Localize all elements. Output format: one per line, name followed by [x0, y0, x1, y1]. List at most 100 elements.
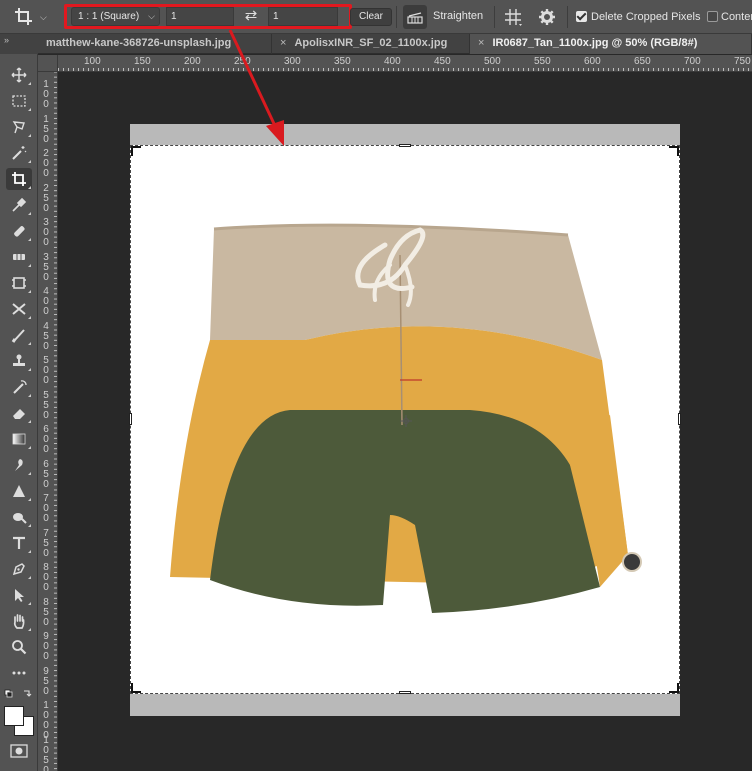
ruler-label: 950: [43, 665, 49, 697]
clone-stamp-tool[interactable]: [6, 350, 32, 372]
eyedropper-icon: [12, 197, 27, 212]
close-icon[interactable]: ×: [280, 37, 286, 49]
clear-button[interactable]: Clear: [350, 8, 392, 26]
pen-tool[interactable]: [6, 558, 32, 580]
crop-icon: [15, 8, 32, 25]
default-colors-swap[interactable]: [4, 688, 34, 700]
ruler-label: 450: [43, 320, 49, 352]
smudge-icon: [15, 459, 23, 471]
ruler-label: 300: [284, 56, 301, 67]
tab-label: ApolisxINR_SF_02_1100x.jpg: [294, 37, 448, 49]
foreground-color-swatch[interactable]: [4, 706, 24, 726]
options-bar: ⌵ 1 : 1 (Square) ⌵ 1 ⇄ 1 Clear Straighte…: [0, 0, 752, 34]
ruler-label: 100: [84, 56, 101, 67]
straighten-icon[interactable]: [403, 5, 427, 29]
transform-tool[interactable]: [6, 298, 32, 320]
more-tools-button[interactable]: [6, 662, 32, 684]
move-tool[interactable]: [6, 64, 32, 86]
brush-icon: [11, 329, 25, 343]
frame-icon: [12, 277, 26, 289]
gradient-icon: [12, 433, 26, 445]
hand-icon: [13, 614, 25, 629]
ruler-label: 750: [43, 527, 49, 559]
eraser-tool[interactable]: [6, 402, 32, 424]
ruler-label: 850: [43, 596, 49, 628]
path-select-icon: [15, 589, 24, 602]
path-selection-tool[interactable]: [6, 584, 32, 606]
crop-handle-right[interactable]: [678, 413, 681, 425]
ruler-label: 550: [534, 56, 551, 67]
hand-tool[interactable]: [6, 610, 32, 632]
ruler-label: 250: [43, 182, 49, 214]
crop-tool-preset-picker[interactable]: ⌵: [14, 6, 54, 28]
healing-icon: [14, 226, 25, 237]
frame-tool[interactable]: [6, 272, 32, 294]
ruler-label: 450: [434, 56, 451, 67]
magic-wand-tool[interactable]: [6, 142, 32, 164]
zoom-tool[interactable]: [6, 636, 32, 658]
swap-colors-icon: [4, 689, 32, 698]
ruler-label: 700: [684, 56, 701, 67]
crop-handle-top[interactable]: [399, 144, 411, 147]
ruler-label: 250: [234, 56, 251, 67]
annotation-highlight-box: [64, 4, 352, 29]
separator: [567, 6, 568, 28]
ruler-origin[interactable]: [38, 55, 58, 72]
brush-tool[interactable]: [6, 324, 32, 346]
ruler-label: 500: [43, 355, 49, 386]
dodge-icon: [13, 513, 27, 524]
crop-tool[interactable]: [6, 168, 32, 190]
type-tool[interactable]: [6, 532, 32, 554]
canvas-extension-top: [130, 124, 680, 145]
gradient-tool[interactable]: [6, 428, 32, 450]
tab-document-1[interactable]: matthew-kane-368726-unsplash.jpg: [38, 34, 272, 54]
crop-handle-left[interactable]: [129, 413, 132, 425]
ruler-label: 1050: [43, 734, 49, 771]
straighten-label[interactable]: Straighten: [433, 10, 483, 22]
crop-handle-bottom-left[interactable]: [131, 683, 141, 693]
ruler-label: 100: [43, 79, 49, 110]
brush-tool-2[interactable]: [6, 246, 32, 268]
tab-document-3[interactable]: × IR0687_Tan_1100x.jpg @ 50% (RGB/8#): [470, 34, 752, 54]
delete-cropped-pixels-checkbox[interactable]: [576, 11, 587, 22]
marquee-icon: [12, 95, 26, 107]
tab-document-2[interactable]: × ApolisxINR_SF_02_1100x.jpg: [272, 34, 470, 54]
ruler-label: 650: [43, 458, 49, 490]
crop-center-crosshair-icon: [400, 415, 412, 427]
vertical-ruler[interactable]: 100 150 200 250 300 350 400 450 500 550 600 650 700 7…: [38, 72, 58, 771]
eraser-icon: [13, 409, 25, 419]
marquee-tool[interactable]: [6, 90, 32, 112]
ruler-label: 750: [734, 56, 751, 67]
overlay-grid-icon[interactable]: [503, 7, 523, 27]
ruler-label: 200: [184, 56, 201, 67]
smudge-tool[interactable]: [6, 454, 32, 476]
ruler-label: 700: [43, 493, 49, 524]
ruler-label: 500: [484, 56, 501, 67]
pen-icon: [12, 563, 25, 576]
gear-icon[interactable]: [537, 7, 557, 27]
dodge-tool[interactable]: [6, 506, 32, 528]
eyedropper-tool[interactable]: [6, 194, 32, 216]
crop-handle-top-right[interactable]: [669, 146, 679, 156]
toolbar-collapse-toggle[interactable]: »: [0, 34, 38, 54]
delete-cropped-pixels-label[interactable]: Delete Cropped Pixels: [591, 11, 700, 23]
history-brush-tool[interactable]: [6, 376, 32, 398]
spot-healing-tool[interactable]: [6, 220, 32, 242]
crop-handle-top-left[interactable]: [131, 146, 141, 156]
content-aware-checkbox[interactable]: [707, 11, 718, 22]
move-icon: [11, 67, 27, 83]
tools-panel: [0, 54, 38, 771]
lasso-tool[interactable]: [6, 116, 32, 138]
ruler-label: 600: [43, 424, 49, 455]
sharpen-tool[interactable]: [6, 480, 32, 502]
content-aware-label[interactable]: Conter: [721, 11, 752, 23]
transform-icon: [12, 303, 26, 315]
history-brush-icon: [13, 380, 27, 394]
horizontal-ruler[interactable]: 100 150 200 250 300 350 400 450 500 550 600 650 700 7…: [58, 55, 752, 72]
ruler-label: 800: [43, 562, 49, 593]
close-icon[interactable]: ×: [478, 37, 484, 49]
crop-handle-bottom[interactable]: [399, 691, 411, 694]
zoom-icon: [12, 640, 27, 655]
quick-mask-button[interactable]: [10, 744, 28, 758]
crop-handle-bottom-right[interactable]: [669, 683, 679, 693]
